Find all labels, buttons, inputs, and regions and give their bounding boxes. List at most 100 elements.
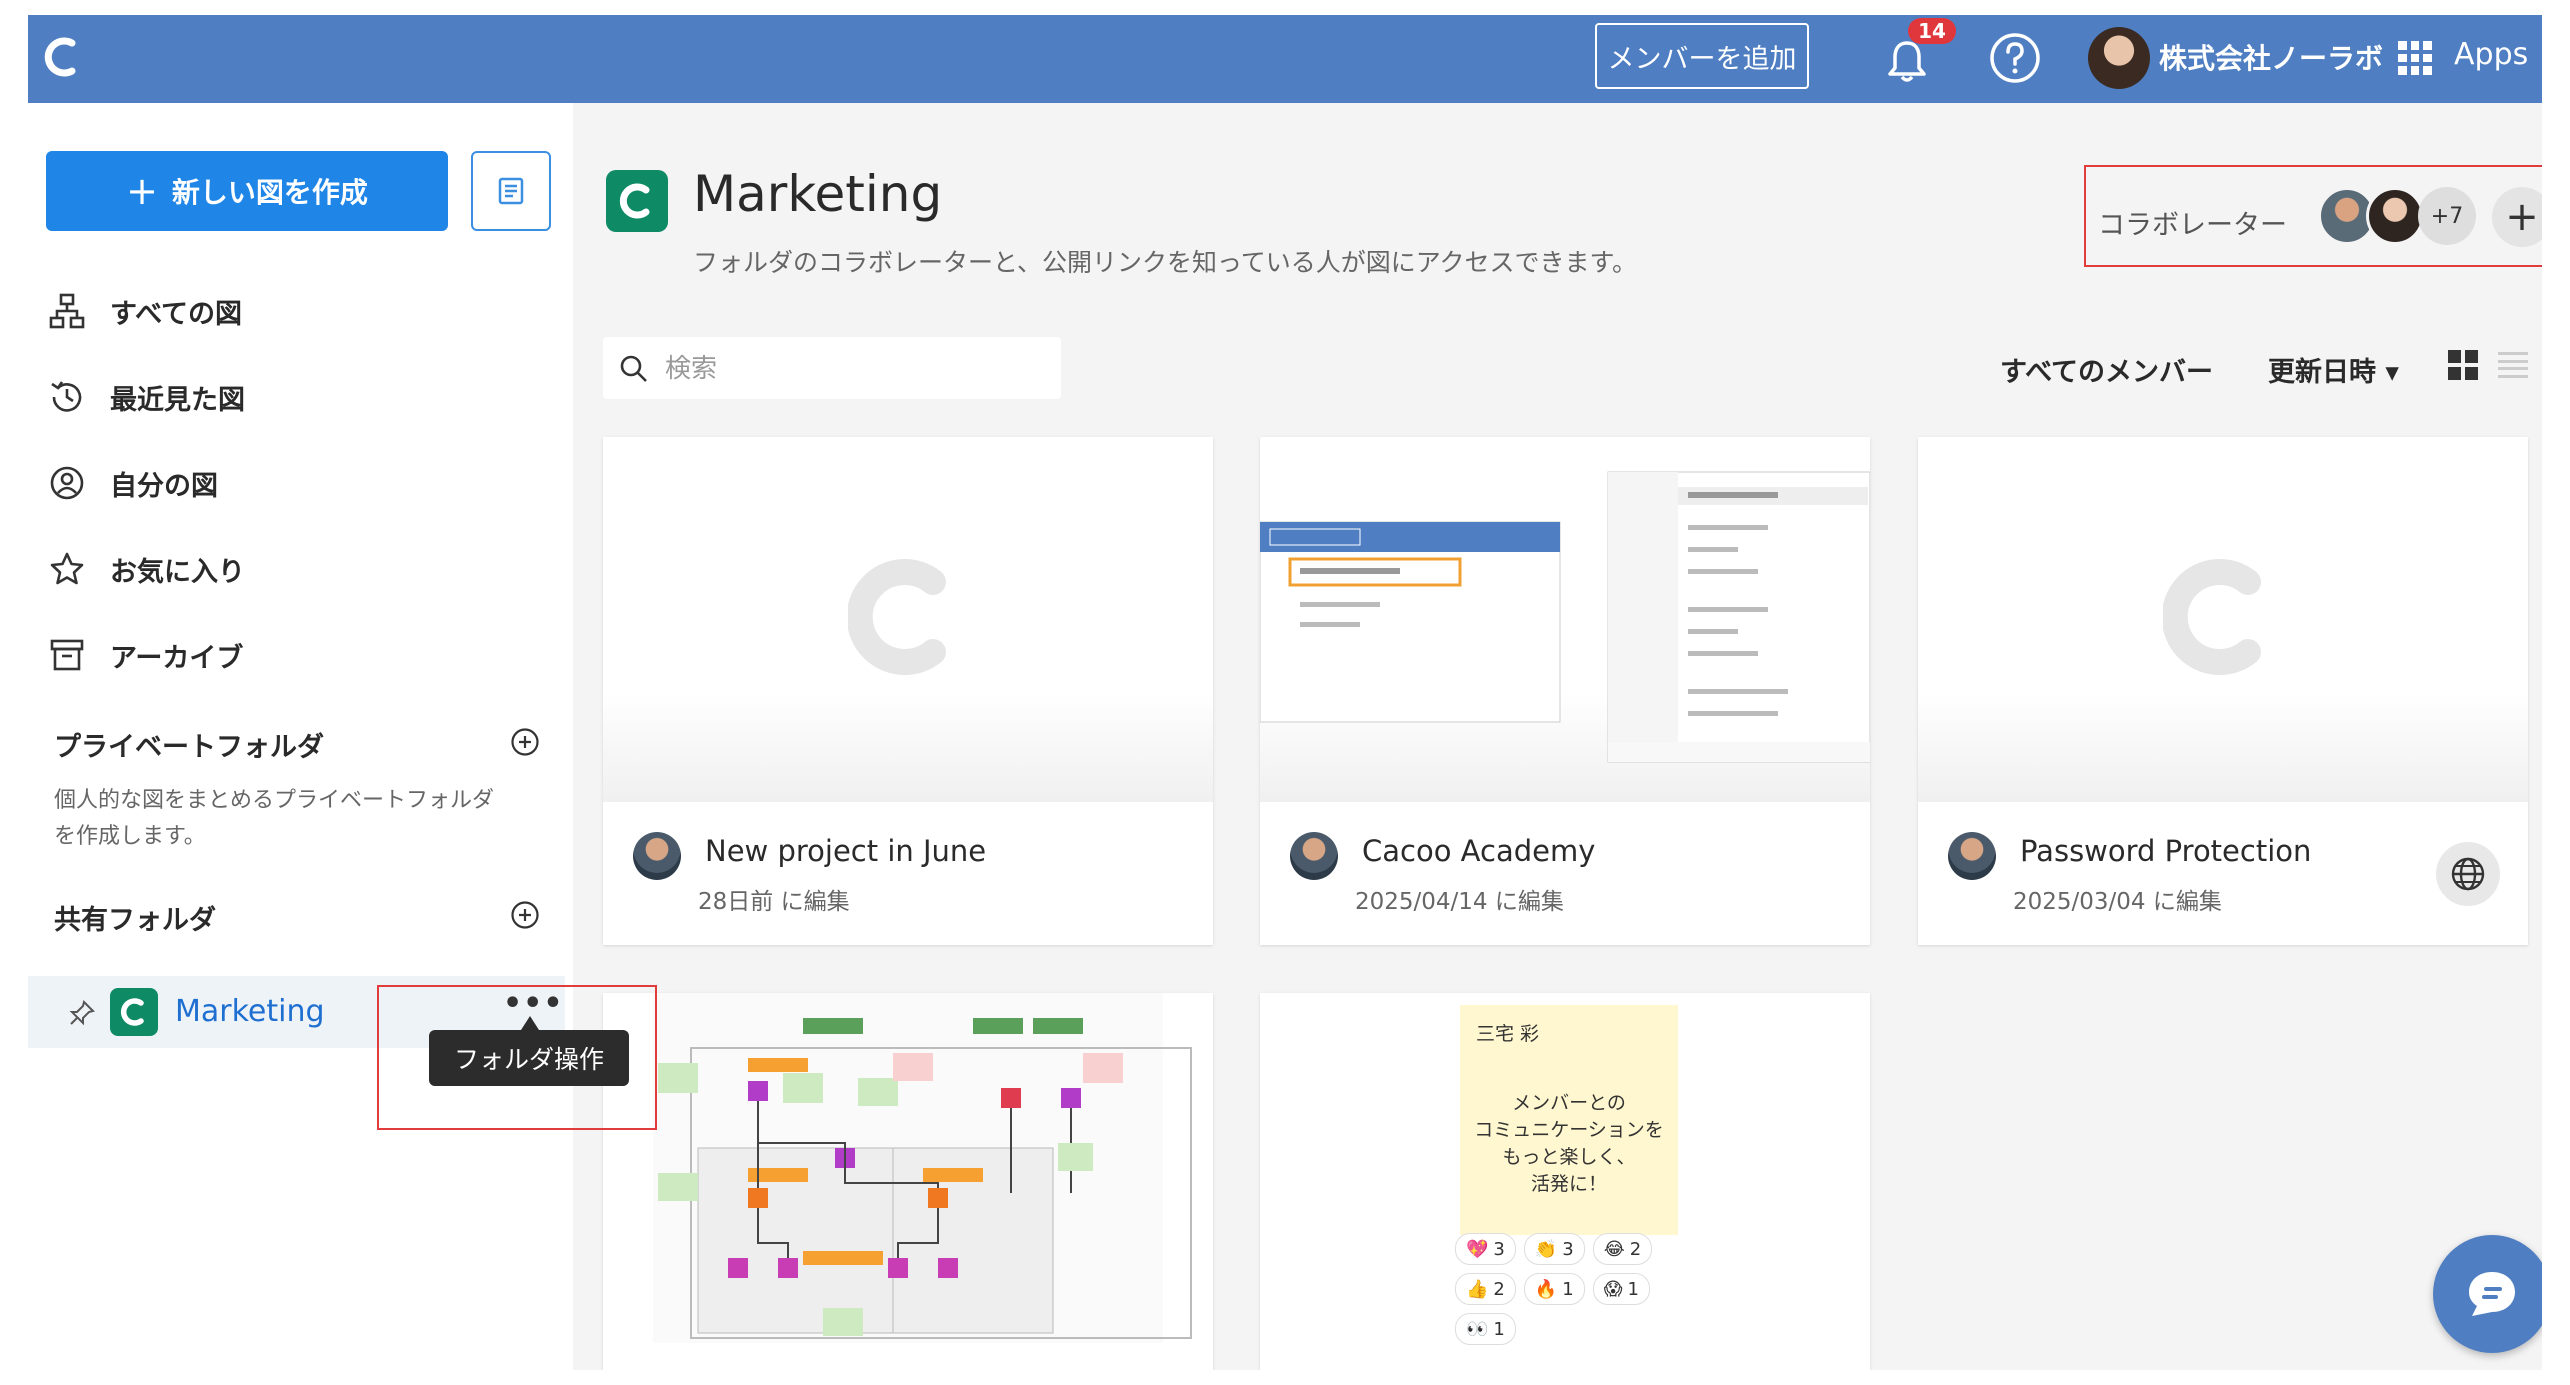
highlight-box-collaborators xyxy=(2084,165,2542,267)
page-subtitle: フォルダのコラボレーターと、公開リンクを知っている人が図にアクセスできます。 xyxy=(693,248,1638,277)
reactions: 💖 3 👏 3 😂 2 👍 2 🔥 1 😱 1 👀 1 xyxy=(1455,1233,1695,1345)
diagram-card[interactable] xyxy=(603,993,1213,1370)
private-folder-title: プライベートフォルダ xyxy=(54,732,324,763)
reaction-count: 3 xyxy=(1562,1238,1574,1260)
nav-label: お気に入り xyxy=(110,556,245,588)
cacoo-placeholder-icon xyxy=(2163,559,2261,675)
reaction-emoji: 🔥 xyxy=(1534,1278,1558,1300)
member-filter-dropdown[interactable]: すべてのメンバー xyxy=(2000,350,2213,389)
sort-dropdown[interactable]: 更新日時 ▾ xyxy=(2268,350,2399,389)
diagram-title[interactable]: New project in June xyxy=(705,834,986,868)
reaction-count: 1 xyxy=(1493,1318,1505,1340)
search-icon xyxy=(620,355,647,382)
reaction-emoji: 👍 xyxy=(1466,1278,1489,1300)
public-globe-icon[interactable] xyxy=(2436,842,2500,906)
document-icon xyxy=(498,177,524,205)
reaction-count: 1 xyxy=(1562,1278,1574,1300)
grid-view-icon[interactable] xyxy=(2448,350,2478,380)
chat-bubble-icon xyxy=(2469,1272,2515,1316)
reaction-emoji: 👀 xyxy=(1466,1318,1489,1340)
highlight-box-folder-menu xyxy=(377,985,657,1130)
bell-icon[interactable] xyxy=(1883,37,1931,85)
nav-label: 自分の図 xyxy=(110,470,218,502)
shared-folder-title: 共有フォルダ xyxy=(54,905,216,936)
reaction-chip: 😂 2 xyxy=(1592,1233,1653,1265)
diagram-title[interactable]: Password Protection xyxy=(2020,834,2311,868)
reaction-chip: 😱 1 xyxy=(1592,1273,1650,1305)
diagram-thumbnail[interactable] xyxy=(603,437,1213,802)
add-member-button[interactable]: メンバーを追加 xyxy=(1595,23,1809,89)
architecture-diagram-image xyxy=(653,993,1192,1343)
reaction-count: 1 xyxy=(1627,1278,1639,1300)
diagram-card[interactable]: Password Protection 2025/03/04 に編集 xyxy=(1918,437,2528,945)
history-icon xyxy=(51,381,82,412)
diagram-thumbnail[interactable]: 三宅 彩 メンバーとの コミュニケーションを もっと楽しく、 活発に！ 💖 3 👏… xyxy=(1260,993,1870,1370)
search-input[interactable] xyxy=(663,347,1047,391)
archive-icon xyxy=(50,639,84,671)
diagram-thumbnail[interactable] xyxy=(603,993,1213,1370)
cacoo-logo-icon[interactable] xyxy=(38,33,86,81)
avatar xyxy=(633,832,681,880)
diagram-title[interactable]: Cacoo Academy xyxy=(1362,834,1595,868)
folder-logo-icon xyxy=(606,170,668,232)
diagram-edit-date: 2025/04/14 に編集 xyxy=(1355,889,1564,915)
add-private-folder-icon[interactable] xyxy=(510,727,540,757)
diagram-card[interactable]: 三宅 彩 メンバーとの コミュニケーションを もっと楽しく、 活発に！ 💖 3 👏… xyxy=(1260,993,1870,1370)
new-diagram-label: 新しい図を作成 xyxy=(171,176,368,209)
nav-label: 最近見た図 xyxy=(110,384,245,416)
apps-link[interactable]: Apps xyxy=(2454,37,2528,72)
diagram-thumbnail[interactable] xyxy=(1260,437,1870,802)
user-circle-icon xyxy=(50,466,84,500)
reaction-emoji: 💖 xyxy=(1466,1238,1489,1260)
nav-recent[interactable]: 最近見た図 xyxy=(48,369,245,425)
diagram-card[interactable]: New project in June 28日前 に編集 xyxy=(603,437,1213,945)
new-diagram-button[interactable]: + 新しい図を作成 xyxy=(46,151,448,231)
diagram-tree-icon xyxy=(49,293,85,329)
search-box[interactable] xyxy=(603,337,1061,399)
cacoo-placeholder-icon xyxy=(848,559,946,675)
reaction-chip: 🔥 1 xyxy=(1523,1273,1585,1305)
sticky-note: 三宅 彩 メンバーとの コミュニケーションを もっと楽しく、 活発に！ xyxy=(1460,1005,1678,1235)
diagram-thumbnail[interactable] xyxy=(1918,437,2528,802)
folder-name[interactable]: Marketing xyxy=(175,994,325,1029)
page-title: Marketing xyxy=(693,165,943,223)
app-window: メンバーを追加 14 株式会社ノーラボ Apps + 新しい図を作成 すべての図… xyxy=(28,15,2542,1370)
top-bar: メンバーを追加 14 株式会社ノーラボ Apps xyxy=(28,15,2542,103)
nav-label: アーカイブ xyxy=(110,642,244,674)
template-button[interactable] xyxy=(471,151,551,231)
nav-archive[interactable]: アーカイブ xyxy=(48,627,243,683)
reaction-count: 2 xyxy=(1629,1238,1642,1260)
pin-icon[interactable] xyxy=(68,999,96,1027)
nav-all-diagrams[interactable]: すべての図 xyxy=(48,283,242,339)
diagram-card[interactable]: Cacoo Academy 2025/04/14 に編集 xyxy=(1260,437,1870,945)
folder-logo-icon xyxy=(110,988,158,1036)
reaction-count: 3 xyxy=(1493,1238,1505,1260)
org-avatar[interactable] xyxy=(2088,27,2150,89)
nav-my-diagrams[interactable]: 自分の図 xyxy=(48,455,218,511)
diagram-edit-date: 2025/03/04 に編集 xyxy=(2013,889,2222,915)
reaction-chip: 👀 1 xyxy=(1455,1313,1516,1345)
avatar xyxy=(1948,832,1996,880)
star-icon xyxy=(50,552,84,585)
sidebar: + 新しい図を作成 すべての図 最近見た図 自分の図 お気に入り アーカイブ プ… xyxy=(28,103,573,1370)
reaction-chip: 👏 3 xyxy=(1523,1233,1585,1265)
plus-icon: + xyxy=(126,169,158,213)
reaction-chip: 👍 2 xyxy=(1455,1273,1516,1305)
list-view-icon[interactable] xyxy=(2498,352,2528,378)
reaction-emoji: 😂 xyxy=(1603,1238,1625,1260)
add-shared-folder-icon[interactable] xyxy=(510,900,540,930)
reaction-count: 2 xyxy=(1493,1278,1505,1300)
reaction-chip: 💖 3 xyxy=(1455,1233,1516,1265)
reaction-emoji: 👏 xyxy=(1534,1238,1558,1260)
org-name[interactable]: 株式会社ノーラボ xyxy=(2159,37,2383,77)
sticky-text: メンバーとの コミュニケーションを もっと楽しく、 活発に！ xyxy=(1474,1092,1664,1195)
reaction-emoji: 😱 xyxy=(1603,1278,1623,1300)
help-icon[interactable] xyxy=(1988,31,2042,85)
notification-badge: 14 xyxy=(1908,18,1956,44)
nav-favorites[interactable]: お気に入り xyxy=(48,541,245,597)
apps-grid-icon[interactable] xyxy=(2398,41,2432,75)
avatar xyxy=(1290,832,1338,880)
sticky-author: 三宅 彩 xyxy=(1476,1023,1540,1045)
diagram-edit-date: 28日前 に編集 xyxy=(698,889,850,915)
chat-support-button[interactable] xyxy=(2433,1235,2542,1353)
